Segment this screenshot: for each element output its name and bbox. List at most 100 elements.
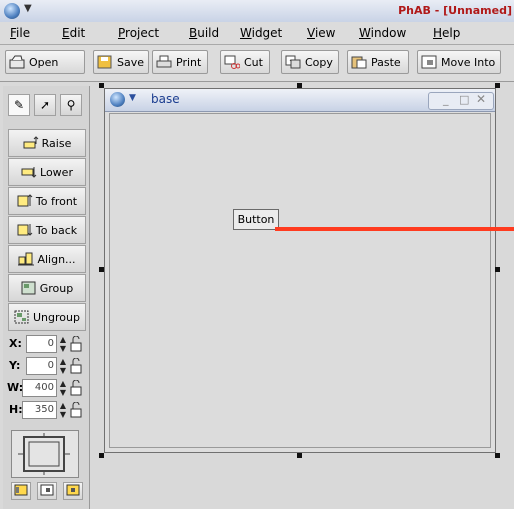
menu-file[interactable]: File — [10, 26, 30, 40]
layout-center-button[interactable] — [37, 482, 57, 500]
resize-handle-right[interactable] — [495, 267, 500, 272]
align-button[interactable]: Align... — [8, 245, 86, 273]
to-back-icon — [17, 223, 33, 237]
group-label: Group — [39, 281, 74, 295]
resize-handle-bottom-right[interactable] — [495, 453, 500, 458]
resize-handle-left[interactable] — [99, 267, 104, 272]
button-widget[interactable]: Button — [233, 209, 279, 230]
cut-label: Cut — [244, 55, 263, 69]
lower-label: Lower — [40, 165, 73, 179]
maximize-icon[interactable]: □ — [459, 93, 469, 106]
print-label: Print — [176, 55, 202, 69]
minimize-icon[interactable]: _ — [443, 93, 449, 106]
to-front-button[interactable]: To front — [8, 187, 86, 215]
to-front-icon — [17, 194, 33, 208]
h-lock-icon[interactable] — [70, 401, 82, 418]
menu-help[interactable]: Help — [433, 26, 460, 40]
to-back-button[interactable]: To back — [8, 216, 86, 244]
resize-handle-bottom-left[interactable] — [99, 453, 104, 458]
menu-view[interactable]: View — [307, 26, 335, 40]
anchor-frame-icon — [18, 433, 70, 475]
paste-button[interactable]: Paste — [347, 50, 409, 74]
cut-icon — [224, 55, 241, 69]
geometry-fields: X: 0 ▲ ▼ Y: 0 ▲ ▼ W: 400 ▲ ▼ H: 350 ▲ ▼ — [7, 335, 89, 425]
w-spinner[interactable]: ▲ ▼ — [58, 379, 68, 397]
base-window-logo-icon[interactable] — [110, 92, 125, 107]
print-button[interactable]: Print — [152, 50, 208, 74]
raise-button[interactable]: Raise — [8, 129, 86, 157]
resize-handle-top[interactable] — [297, 83, 302, 88]
zoom-tool-button[interactable]: ⚲ — [60, 94, 82, 116]
resize-handle-bottom[interactable] — [297, 453, 302, 458]
pencil-icon: ✎ — [13, 98, 25, 112]
photon-logo-icon[interactable] — [4, 3, 20, 19]
print-icon — [156, 55, 172, 69]
base-window-menu-arrow-icon[interactable]: ▼ — [129, 93, 136, 103]
h-field[interactable]: 350 — [22, 401, 57, 419]
tool-palette: ✎ ➚ ⚲ Raise Lower To front To back Align… — [3, 86, 90, 509]
layout-left-button[interactable] — [11, 482, 31, 500]
window-controls: _ □ ✕ — [428, 92, 494, 110]
menu-project[interactable]: Project — [118, 26, 159, 40]
toolbar: Open Save Print Cut Copy Paste Move Into — [0, 45, 514, 82]
lower-icon — [21, 165, 37, 179]
x-lock-icon[interactable] — [70, 335, 82, 352]
save-label: Save — [117, 55, 145, 69]
raise-label: Raise — [41, 136, 72, 150]
pointer-arrow-icon: ➚ — [39, 98, 51, 112]
group-button[interactable]: Group — [8, 274, 86, 302]
h-label: H: — [9, 403, 23, 416]
w-field[interactable]: 400 — [22, 379, 57, 397]
resize-handle-top-right[interactable] — [495, 83, 500, 88]
window-menu-arrow-icon[interactable]: ▼ — [24, 3, 32, 14]
h-spinner[interactable]: ▲ ▼ — [58, 401, 68, 419]
menu-edit[interactable]: Edit — [62, 26, 85, 40]
magnifier-icon: ⚲ — [66, 98, 76, 112]
x-field[interactable]: 0 — [26, 335, 57, 353]
app-title-bar[interactable]: ▼ PhAB - [Unnamed] — [0, 0, 514, 23]
x-spinner[interactable]: ▲ ▼ — [58, 335, 68, 353]
base-window[interactable]: ▼ base _ □ ✕ — [104, 88, 496, 453]
layout-right-icon — [66, 484, 80, 499]
to-front-label: To front — [35, 194, 78, 208]
move-into-button[interactable]: Move Into — [417, 50, 501, 74]
base-window-title: base — [151, 92, 180, 106]
copy-button[interactable]: Copy — [281, 50, 339, 74]
y-field[interactable]: 0 — [26, 357, 57, 375]
close-icon[interactable]: ✕ — [476, 92, 486, 106]
resize-handle-top-left[interactable] — [99, 83, 104, 88]
layout-right-button[interactable] — [63, 482, 83, 500]
open-button[interactable]: Open — [5, 50, 85, 74]
w-label: W: — [7, 381, 24, 394]
pencil-tool-button[interactable]: ✎ — [8, 94, 30, 116]
ungroup-label: Ungroup — [33, 310, 80, 324]
menu-widget[interactable]: Widget — [240, 26, 282, 40]
paste-label: Paste — [371, 55, 401, 69]
save-button[interactable]: Save — [93, 50, 149, 74]
y-spinner[interactable]: ▲ ▼ — [58, 357, 68, 375]
y-lock-icon[interactable] — [70, 357, 82, 374]
cut-button[interactable]: Cut — [220, 50, 270, 74]
menu-window[interactable]: Window — [359, 26, 406, 40]
app-title: PhAB - [Unnamed] — [398, 4, 512, 17]
select-tool-button[interactable]: ➚ — [34, 94, 56, 116]
save-icon — [97, 55, 113, 69]
align-icon — [18, 252, 35, 266]
move-into-icon — [421, 55, 437, 69]
y-label: Y: — [9, 359, 21, 372]
layout-center-icon — [40, 484, 54, 499]
open-label: Open — [29, 55, 59, 69]
w-lock-icon[interactable] — [70, 379, 82, 396]
group-icon — [21, 281, 37, 295]
base-canvas[interactable] — [109, 113, 491, 448]
paste-icon — [351, 55, 367, 69]
raise-icon — [23, 136, 39, 150]
ungroup-button[interactable]: Ungroup — [8, 303, 86, 331]
layout-left-icon — [14, 484, 28, 499]
anchor-preview[interactable] — [11, 430, 79, 478]
open-icon — [9, 55, 25, 69]
move-into-label: Move Into — [441, 55, 496, 69]
menu-build[interactable]: Build — [189, 26, 219, 40]
base-window-title-bar[interactable]: ▼ base _ □ ✕ — [105, 89, 495, 112]
lower-button[interactable]: Lower — [8, 158, 86, 186]
